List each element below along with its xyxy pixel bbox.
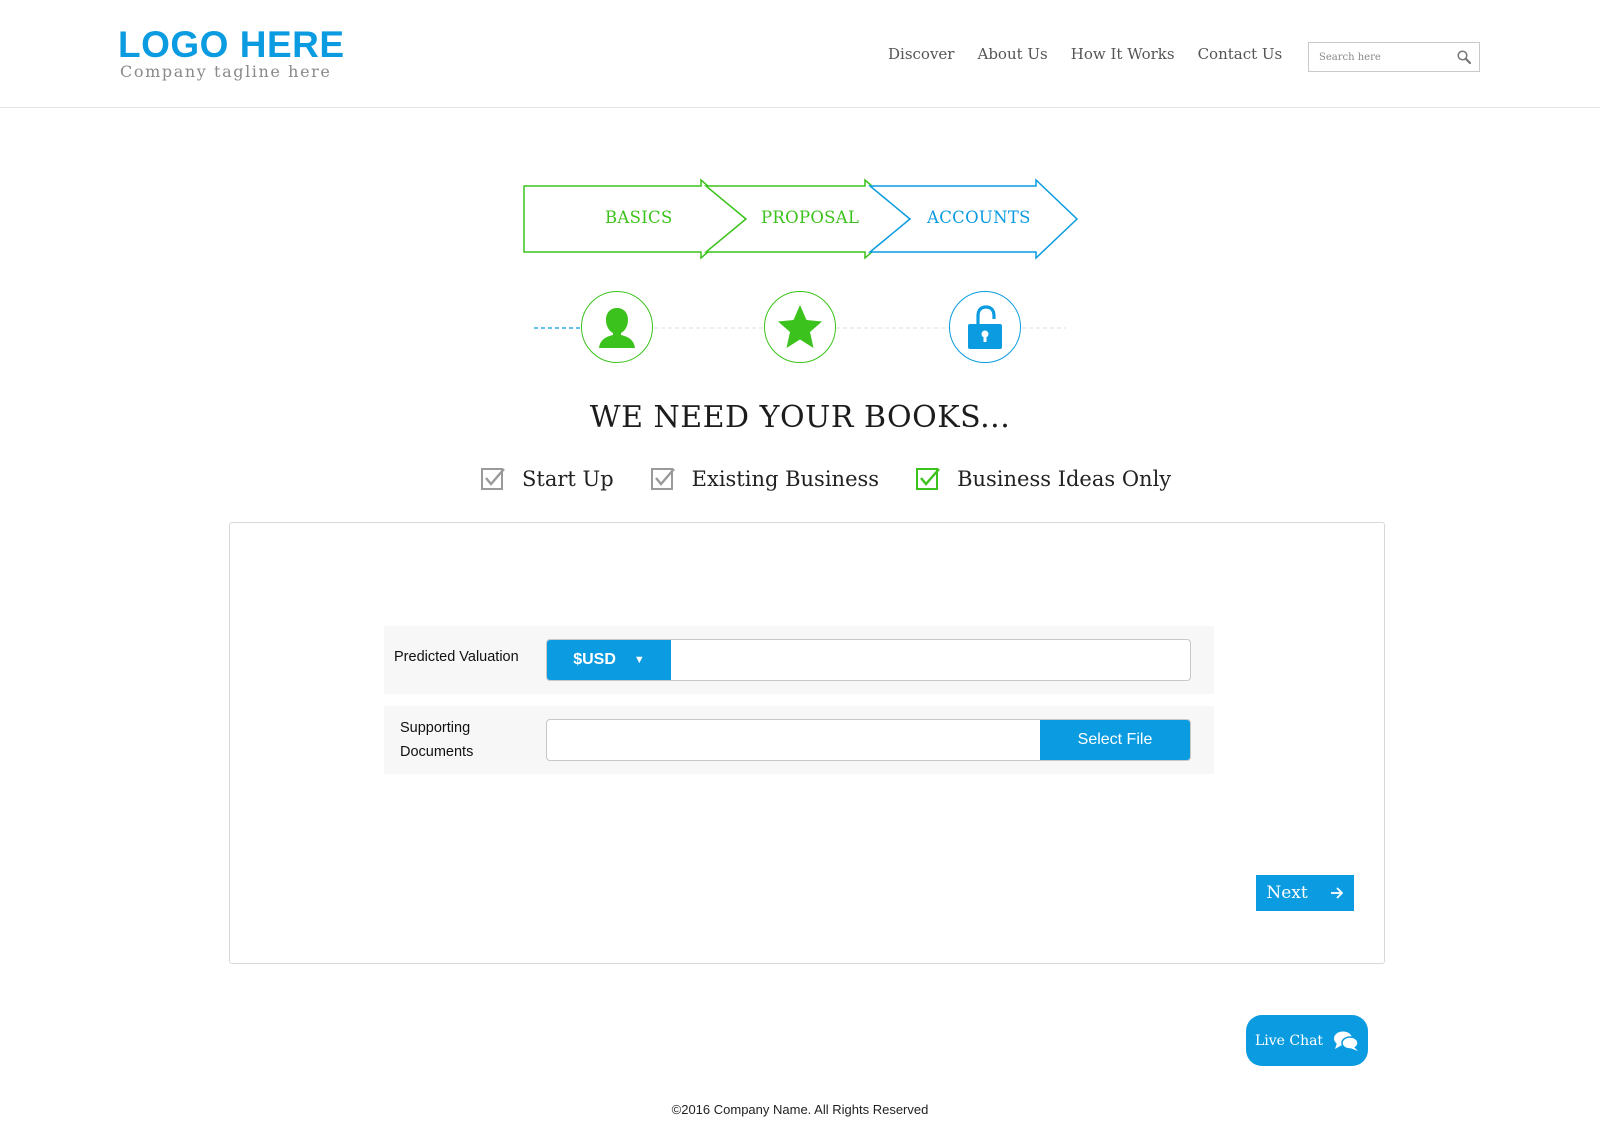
documents-input[interactable]: [547, 720, 1039, 760]
progress-steps: BASICS PROPOSAL ACCOUNTS: [520, 178, 1080, 264]
chat-bubbles-icon: [1334, 1031, 1359, 1051]
next-label: Next: [1266, 883, 1308, 903]
option-business-ideas-only[interactable]: Business Ideas Only: [915, 466, 1171, 492]
search-input[interactable]: [1309, 43, 1449, 71]
step-label-proposal[interactable]: PROPOSAL: [761, 208, 859, 227]
step-icons: [530, 290, 1070, 366]
valuation-label: Predicted Valuation: [394, 649, 519, 665]
option-label: Start Up: [522, 467, 614, 491]
option-start-up[interactable]: Start Up: [480, 466, 614, 492]
select-file-button[interactable]: Select File: [1040, 720, 1190, 760]
form-card: Predicted Valuation $USD ▼ Supporting Do…: [229, 522, 1385, 964]
documents-label: Supporting Documents: [400, 720, 474, 760]
documents-row: Supporting Documents Select File: [384, 706, 1214, 774]
step-circle-proposal[interactable]: [764, 291, 836, 363]
option-label: Existing Business: [691, 467, 880, 491]
option-existing-business[interactable]: Existing Business: [650, 466, 879, 492]
logo-title: LOGO HERE: [118, 24, 345, 65]
currency-value: $USD: [573, 651, 616, 668]
valuation-field-group: $USD ▼: [546, 639, 1191, 681]
checkbox-icon[interactable]: [480, 466, 506, 492]
nav-about-us[interactable]: About Us: [977, 45, 1047, 63]
unlock-icon: [968, 305, 1002, 349]
nav-contact-us[interactable]: Contact Us: [1198, 45, 1283, 63]
logo[interactable]: LOGO HERE Company tagline here: [118, 24, 345, 82]
checkbox-checked-icon[interactable]: [915, 466, 941, 492]
search-icon[interactable]: [1456, 49, 1472, 65]
arrow-right-icon: [1330, 887, 1343, 899]
option-label: Business Ideas Only: [957, 467, 1172, 491]
valuation-input[interactable]: [671, 640, 1190, 680]
documents-field-group: Select File: [546, 719, 1191, 761]
next-button[interactable]: Next: [1256, 875, 1354, 911]
step-label-basics[interactable]: BASICS: [605, 208, 673, 227]
nav-discover[interactable]: Discover: [888, 45, 954, 63]
step-circle-accounts[interactable]: [949, 291, 1021, 363]
search-box: [1308, 42, 1480, 72]
valuation-row: Predicted Valuation $USD ▼: [384, 626, 1214, 694]
step-label-accounts[interactable]: ACCOUNTS: [927, 208, 1031, 227]
user-icon: [599, 308, 635, 348]
site-header: LOGO HERE Company tagline here Discover …: [0, 0, 1600, 108]
business-type-options: Start Up Existing Business Business Idea…: [480, 466, 1207, 492]
step-circle-basics[interactable]: [581, 291, 653, 363]
page-headline: WE NEED YOUR BOOKS...: [589, 400, 1011, 435]
nav-how-it-works[interactable]: How It Works: [1071, 45, 1175, 63]
caret-down-icon: ▼: [633, 654, 645, 666]
main-nav: Discover About Us How It Works Contact U…: [888, 45, 1282, 63]
logo-tagline: Company tagline here: [120, 62, 332, 81]
footer-copyright: ©2016 Company Name. All Rights Reserved: [671, 1102, 929, 1117]
live-chat-label: Live Chat: [1254, 1032, 1324, 1049]
checkbox-icon[interactable]: [650, 466, 676, 492]
star-icon: [778, 305, 822, 348]
currency-dropdown[interactable]: $USD ▼: [547, 640, 671, 680]
live-chat-button[interactable]: Live Chat: [1246, 1015, 1368, 1066]
